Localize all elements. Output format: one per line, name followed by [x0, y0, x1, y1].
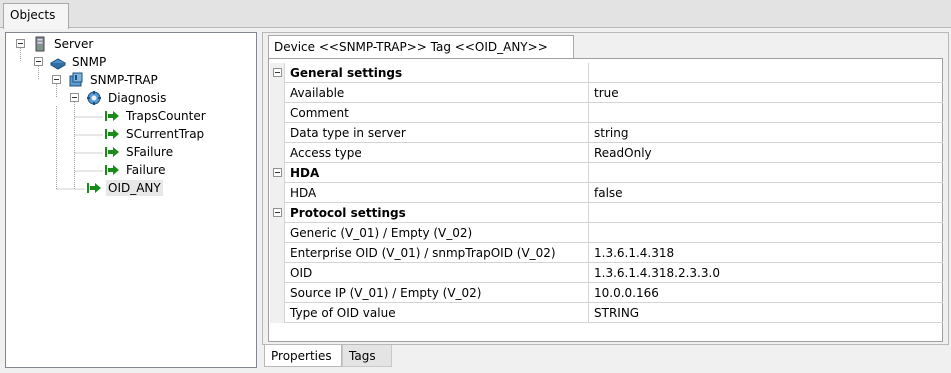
grid-name: Comment	[286, 103, 589, 123]
tree-item-label: Failure	[126, 163, 166, 177]
grid-gutter	[270, 143, 285, 163]
tree-item-label: Server	[54, 37, 94, 51]
tree-item-diagnosis[interactable]: Diagnosis	[86, 89, 168, 107]
grid-row-access-type[interactable]: Access type ReadOnly	[270, 143, 943, 163]
device-icon	[69, 72, 83, 87]
tab-properties[interactable]: Properties	[264, 345, 342, 367]
grid-gutter	[270, 163, 285, 183]
grid-row-source-ip[interactable]: Source IP (V_01) / Empty (V_02) 10.0.0.1…	[270, 283, 943, 303]
tree-item-sfailure[interactable]: SFailure	[104, 143, 175, 161]
grid-gutter	[270, 263, 285, 283]
grid-row-comment[interactable]: Comment	[270, 103, 943, 123]
grid-name: Source IP (V_01) / Empty (V_02)	[286, 283, 589, 303]
tree-item-label: SNMP-TRAP	[90, 73, 158, 87]
grid-gutter	[270, 103, 285, 123]
tag-arrow-icon	[105, 147, 119, 157]
tree-expander-snmp-trap[interactable]	[52, 75, 61, 84]
tab-device-tag[interactable]: Device <<SNMP-TRAP>> Tag <<OID_ANY>>	[268, 35, 574, 58]
grid-gutter	[270, 303, 285, 323]
snmp-protocol-icon	[50, 58, 66, 70]
grid-value[interactable]: true	[590, 83, 943, 103]
grid-row-oid[interactable]: OID 1.3.6.1.4.318.2.3.3.0	[270, 263, 943, 283]
category-collapse-icon[interactable]	[273, 208, 282, 217]
grid-name: HDA	[286, 183, 589, 203]
diagnosis-icon	[87, 91, 101, 105]
tab-objects-label: Objects	[10, 8, 56, 22]
property-grid: General settings Available true Comment …	[270, 63, 943, 324]
grid-gutter	[270, 63, 285, 83]
tree-item-label: SFailure	[126, 145, 174, 159]
grid-row-enterprise-oid[interactable]: Enterprise OID (V_01) / snmpTrapOID (V_0…	[270, 243, 943, 263]
tab-tags[interactable]: Tags	[342, 345, 392, 367]
tree-expander-server[interactable]	[16, 39, 25, 48]
grid-name: HDA	[286, 163, 589, 183]
grid-name: Data type in server	[286, 123, 589, 143]
grid-value	[590, 63, 943, 83]
grid-gutter	[270, 223, 285, 243]
tree-item-oid-any[interactable]: OID_ANY	[86, 179, 163, 197]
tree-item-label: TrapsCounter	[126, 109, 206, 123]
grid-gutter	[270, 283, 285, 303]
grid-value[interactable]: 10.0.0.166	[590, 283, 943, 303]
bottom-tab-strip: Properties Tags	[262, 345, 949, 373]
grid-value[interactable]: STRING	[590, 303, 943, 323]
tag-arrow-icon	[105, 129, 119, 139]
grid-value[interactable]: 1.3.6.1.4.318.2.3.3.0	[590, 263, 943, 283]
tree-item-label: SNMP	[72, 55, 107, 69]
tree-item-label: SCurrentTrap	[126, 127, 205, 141]
grid-value	[590, 203, 943, 223]
grid-name: Generic (V_01) / Empty (V_02)	[286, 223, 589, 243]
grid-value[interactable]	[590, 103, 943, 123]
grid-row-oid-value-type[interactable]: Type of OID value STRING	[270, 303, 943, 323]
tree-item-server[interactable]: Server	[32, 35, 95, 53]
grid-value	[590, 163, 943, 183]
category-collapse-icon[interactable]	[273, 168, 282, 177]
tag-arrow-icon	[87, 183, 101, 193]
server-icon	[35, 36, 45, 52]
grid-value[interactable]	[590, 223, 943, 243]
grid-name: Type of OID value	[286, 303, 589, 323]
tree-item-trapscounter[interactable]: TrapsCounter	[104, 107, 208, 125]
grid-gutter	[270, 243, 285, 263]
top-tab-strip: Objects	[0, 0, 951, 29]
grid-value[interactable]: string	[590, 123, 943, 143]
tree-item-scurrenttrap[interactable]: SCurrentTrap	[104, 125, 206, 143]
grid-category-protocol-settings[interactable]: Protocol settings	[270, 203, 943, 223]
grid-row-available[interactable]: Available true	[270, 83, 943, 103]
grid-value[interactable]: false	[590, 183, 943, 203]
grid-gutter	[270, 123, 285, 143]
grid-category-general-settings[interactable]: General settings	[270, 63, 943, 83]
tab-tags-label: Tags	[349, 349, 376, 363]
tree-expander-snmp[interactable]	[34, 57, 43, 66]
grid-row-data-type[interactable]: Data type in server string	[270, 123, 943, 143]
grid-row-generic[interactable]: Generic (V_01) / Empty (V_02)	[270, 223, 943, 243]
grid-value[interactable]: ReadOnly	[590, 143, 943, 163]
grid-name: Available	[286, 83, 589, 103]
grid-name: Enterprise OID (V_01) / snmpTrapOID (V_0…	[286, 243, 589, 263]
category-collapse-icon[interactable]	[273, 68, 282, 77]
tab-objects[interactable]: Objects	[3, 3, 69, 29]
grid-gutter	[270, 83, 285, 103]
grid-value[interactable]: 1.3.6.1.4.318	[590, 243, 943, 263]
tree-expander-diagnosis[interactable]	[70, 93, 79, 102]
tag-arrow-icon	[105, 165, 119, 175]
tree-item-label: OID_ANY	[106, 180, 163, 196]
device-tab-label: Device <<SNMP-TRAP>> Tag <<OID_ANY>>	[274, 40, 548, 54]
grid-name: Access type	[286, 143, 589, 163]
tree-item-label: Diagnosis	[108, 91, 167, 105]
grid-name: General settings	[286, 63, 589, 83]
grid-name: Protocol settings	[286, 203, 589, 223]
grid-gutter	[270, 183, 285, 203]
tree-item-failure[interactable]: Failure	[104, 161, 167, 179]
tree-item-snmp[interactable]: SNMP	[50, 53, 108, 71]
grid-name: OID	[286, 263, 589, 283]
grid-gutter	[270, 203, 285, 223]
tab-properties-label: Properties	[271, 349, 332, 363]
tree-item-snmp-trap[interactable]: SNMP-TRAP	[68, 71, 160, 89]
tag-arrow-icon	[105, 111, 119, 121]
object-tree[interactable]: Server SNMP SNMP-TRAP Diagnosis TrapsCou…	[5, 32, 257, 368]
grid-category-hda[interactable]: HDA	[270, 163, 943, 183]
grid-row-hda[interactable]: HDA false	[270, 183, 943, 203]
